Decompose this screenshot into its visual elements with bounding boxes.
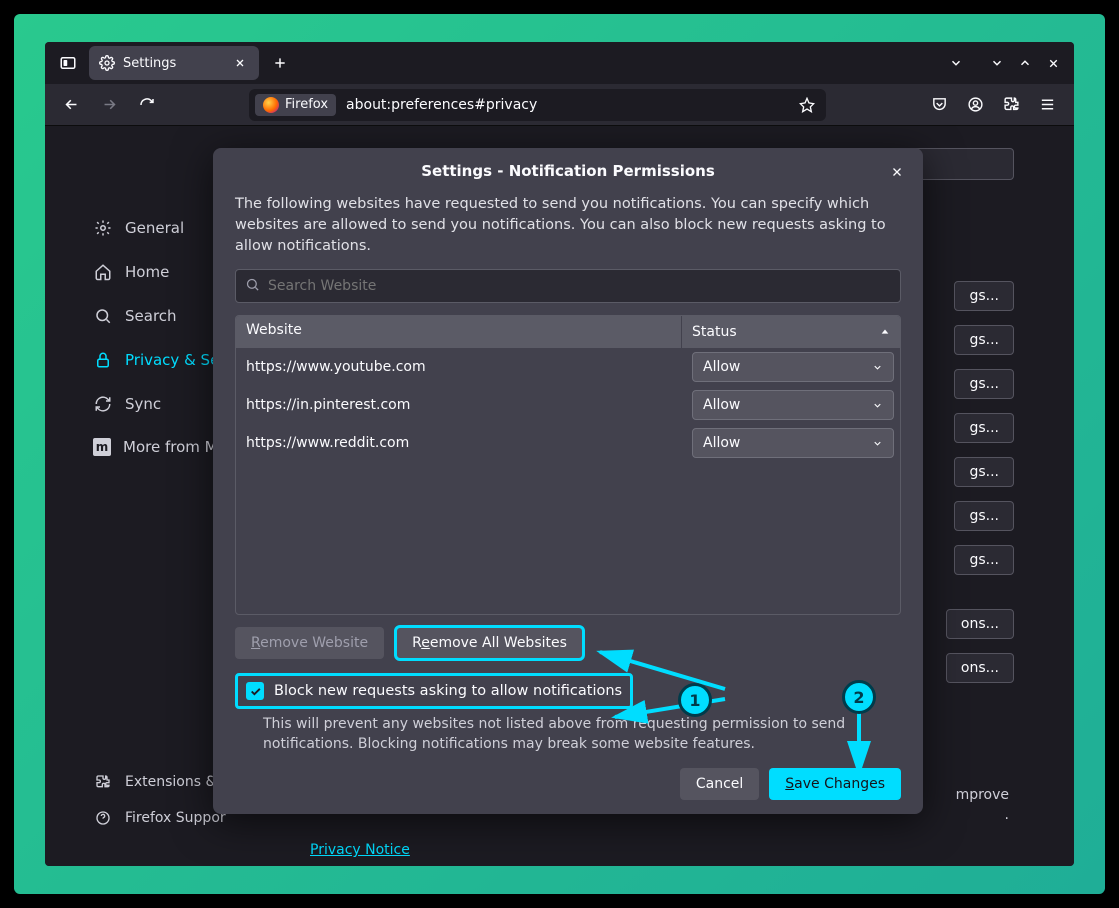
cancel-button[interactable]: Cancel	[680, 768, 759, 800]
firefox-view-icon[interactable]	[53, 48, 83, 78]
settings-button[interactable]: gs...	[954, 413, 1014, 443]
sidebar-item-label: Sync	[125, 395, 161, 413]
status-select[interactable]: Allow	[692, 352, 894, 382]
block-description: This will prevent any websites not liste…	[213, 715, 923, 754]
sort-up-icon	[880, 327, 890, 337]
identity-label: Firefox	[285, 97, 328, 112]
back-button[interactable]	[55, 89, 87, 121]
tab-title: Settings	[123, 56, 223, 71]
home-icon	[93, 262, 113, 282]
settings-button[interactable]: gs...	[954, 325, 1014, 355]
tab-overflow-button[interactable]	[942, 49, 970, 77]
app-menu-icon[interactable]	[1030, 89, 1064, 121]
gear-icon	[99, 55, 115, 71]
column-header-website[interactable]: Website	[236, 316, 682, 348]
callout-2: 2	[842, 680, 876, 714]
pocket-icon[interactable]	[922, 89, 956, 121]
window-maximize-button[interactable]	[1012, 50, 1038, 76]
sidebar-item-label: General	[125, 219, 184, 237]
window-close-button[interactable]	[1040, 50, 1066, 76]
website-cell: https://www.reddit.com	[236, 435, 682, 451]
gear-icon	[93, 218, 113, 238]
column-header-status[interactable]: Status	[682, 316, 900, 348]
settings-button[interactable]: gs...	[954, 369, 1014, 399]
privacy-notice-link[interactable]: Privacy Notice	[310, 841, 410, 861]
status-select[interactable]: Allow	[692, 428, 894, 458]
reload-button[interactable]	[131, 89, 163, 121]
url-bar[interactable]: Firefox about:preferences#privacy	[249, 89, 826, 121]
window-minimize-button[interactable]	[984, 50, 1010, 76]
search-icon	[245, 277, 260, 296]
dialog-description: The following websites have requested to…	[235, 194, 901, 257]
tab-settings[interactable]: Settings	[89, 46, 259, 80]
status-select[interactable]: Allow	[692, 390, 894, 420]
mozilla-icon: m	[93, 438, 111, 456]
sidebar-item-label: Privacy & Se	[125, 351, 219, 369]
table-row[interactable]: https://www.reddit.com Allow	[236, 424, 900, 462]
puzzle-icon	[93, 772, 113, 792]
dialog-title: Settings - Notification Permissions	[421, 162, 715, 180]
permissions-table: Website Status https://www.youtube.com A…	[235, 315, 901, 615]
exceptions-button[interactable]: ons...	[946, 653, 1014, 683]
sidebar-item-label: Search	[125, 307, 177, 325]
exceptions-button[interactable]: ons...	[946, 609, 1014, 639]
settings-button[interactable]: gs...	[954, 457, 1014, 487]
website-cell: https://in.pinterest.com	[236, 397, 682, 413]
sidebar-item-label: More from M	[123, 438, 218, 456]
close-button[interactable]	[883, 158, 911, 186]
bookmark-star-icon[interactable]	[794, 97, 820, 113]
checkbox-label: Block new requests asking to allow notif…	[274, 683, 622, 699]
account-icon[interactable]	[958, 89, 992, 121]
help-icon	[93, 808, 113, 828]
notification-permissions-dialog: Settings - Notification Permissions The …	[213, 148, 923, 814]
url-text: about:preferences#privacy	[338, 97, 792, 113]
firefox-logo-icon	[263, 97, 279, 113]
callout-1: 1	[678, 683, 712, 717]
identity-chip[interactable]: Firefox	[255, 94, 336, 116]
table-row[interactable]: https://www.youtube.com Allow	[236, 348, 900, 386]
settings-button[interactable]: gs...	[954, 545, 1014, 575]
remove-all-websites-button[interactable]: Reemove All Websites	[396, 627, 583, 659]
settings-button[interactable]: gs...	[954, 501, 1014, 531]
remove-website-button[interactable]: Remove Website	[235, 627, 384, 659]
forward-button[interactable]	[93, 89, 125, 121]
extensions-icon[interactable]	[994, 89, 1028, 121]
block-new-requests-checkbox[interactable]: Block new requests asking to allow notif…	[235, 673, 633, 709]
bg-text: mprove	[956, 787, 1009, 803]
search-website-input[interactable]	[235, 269, 901, 303]
lock-icon	[93, 350, 113, 370]
sidebar-item-label: Home	[125, 263, 169, 281]
checkbox-checked-icon	[246, 682, 264, 700]
table-row[interactable]: https://in.pinterest.com Allow	[236, 386, 900, 424]
close-tab-icon[interactable]	[231, 54, 249, 72]
website-cell: https://www.youtube.com	[236, 359, 682, 375]
settings-button[interactable]: gs...	[954, 281, 1014, 311]
save-changes-button[interactable]: Save Changes	[769, 768, 901, 800]
sync-icon	[93, 394, 113, 414]
new-tab-button[interactable]	[265, 48, 295, 78]
search-icon	[93, 306, 113, 326]
sidebar-item-label: Firefox Suppor	[125, 810, 226, 826]
